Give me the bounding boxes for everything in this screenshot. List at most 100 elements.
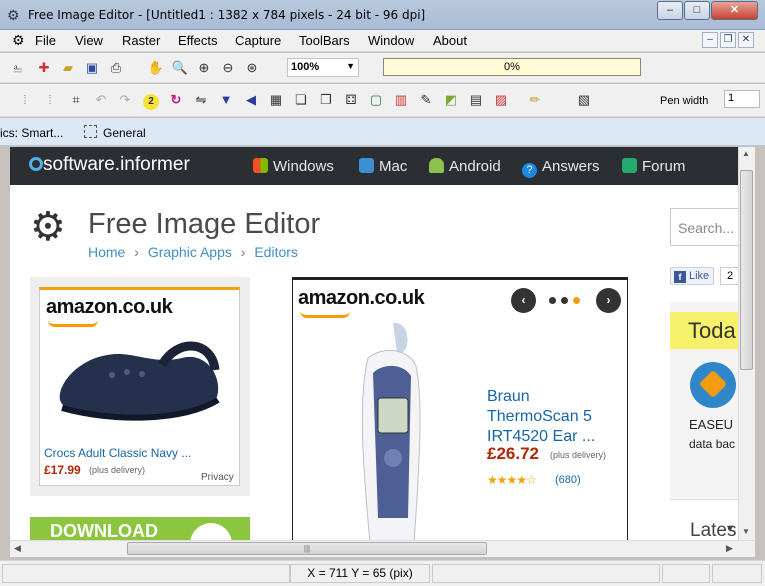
- breadcrumb-separator: ›: [240, 244, 246, 260]
- ad2-reviews-link[interactable]: (680): [555, 474, 581, 486]
- pencil-icon[interactable]: ✏: [525, 90, 545, 110]
- scroll-down-arrow-icon[interactable]: ▼: [742, 527, 750, 536]
- mosaic-icon[interactable]: ▦: [266, 90, 286, 110]
- easeus-logo-icon[interactable]: [690, 362, 736, 408]
- carousel-next-button[interactable]: ›: [596, 288, 621, 313]
- ad1-privacy-link[interactable]: Privacy: [201, 472, 234, 483]
- nav-mac[interactable]: Mac: [359, 158, 407, 175]
- center-ad[interactable]: amazon.co.uk ‹ › Braun ThermoScan 5 IRT4…: [292, 277, 628, 540]
- brightness-icon[interactable]: ◩: [441, 90, 461, 110]
- progress-bar: 0%: [383, 58, 641, 76]
- tab-general[interactable]: General: [103, 126, 146, 140]
- carousel-dot-active[interactable]: [573, 297, 580, 304]
- mdi-restore-button[interactable]: ❐: [720, 32, 736, 48]
- title-bar: ⚙ Free Image Editor - [Untitled1 : 1382 …: [0, 0, 765, 30]
- grid-icon[interactable]: ▤: [466, 90, 486, 110]
- nav-forum[interactable]: Forum: [622, 158, 685, 175]
- breadcrumb-editors[interactable]: Editors: [254, 244, 298, 260]
- site-logo-text: software.informer: [43, 154, 190, 175]
- scroll-right-arrow-icon[interactable]: ▶: [726, 543, 733, 554]
- status-pane-message: [2, 564, 290, 583]
- chevron-down-icon[interactable]: ▾: [727, 521, 733, 535]
- minimize-button[interactable]: –: [657, 1, 683, 20]
- nav-android-label: Android: [449, 158, 501, 175]
- download-label: DOWNLOAD: [50, 521, 158, 540]
- breadcrumb: Home › Graphic Apps › Editors: [88, 244, 298, 260]
- breadcrumb-home[interactable]: Home: [88, 244, 125, 260]
- menu-window[interactable]: Window: [368, 33, 414, 48]
- menu-file[interactable]: File: [35, 33, 56, 48]
- horizontal-scroll-thumb[interactable]: |||: [127, 542, 487, 555]
- document-gear-icon[interactable]: ⚙: [12, 32, 25, 49]
- facebook-like-button[interactable]: f Like: [670, 267, 714, 285]
- ad2-product-link[interactable]: Braun ThermoScan 5 IRT4520 Ear ...: [487, 387, 612, 447]
- mdi-close-button[interactable]: ✕: [738, 32, 754, 48]
- tab-smart[interactable]: ics: Smart...: [0, 126, 63, 140]
- layers-icon[interactable]: ❏: [291, 90, 311, 110]
- site-logo[interactable]: software.informer: [29, 154, 190, 176]
- histogram-icon[interactable]: ▨: [491, 90, 511, 110]
- scroll-left-arrow-icon[interactable]: ◀: [14, 543, 21, 554]
- crocs-shoe-image: [59, 341, 220, 421]
- nav-windows-label: Windows: [273, 158, 334, 175]
- badge-2-icon[interactable]: 2: [141, 90, 161, 110]
- close-button[interactable]: ✕: [711, 1, 758, 20]
- vertical-scroll-thumb[interactable]: [740, 170, 753, 370]
- save-icon[interactable]: ▣: [82, 58, 102, 78]
- maximize-button[interactable]: □: [684, 1, 710, 20]
- frame-icon[interactable]: ▢: [366, 90, 386, 110]
- brush-icon[interactable]: ✎: [416, 90, 436, 110]
- nav-answers-label: Answers: [542, 158, 600, 175]
- undo-icon[interactable]: ↶: [91, 90, 111, 110]
- layers-copy-icon[interactable]: ❐: [316, 90, 336, 110]
- pen-width-input[interactable]: 1: [724, 90, 760, 108]
- carousel-dot[interactable]: [549, 297, 556, 304]
- today-banner: Toda: [670, 312, 738, 349]
- carousel-prev-button[interactable]: ‹: [511, 288, 536, 313]
- flip-icon[interactable]: ⇋: [191, 90, 211, 110]
- page-title: Free Image Editor: [88, 208, 321, 240]
- hatch-pattern-icon[interactable]: ▧: [574, 90, 594, 110]
- zoom-fit-icon[interactable]: ⊛: [242, 58, 262, 78]
- like-count: 2: [720, 267, 738, 285]
- mdi-minimize-button[interactable]: –: [702, 32, 718, 48]
- zoom-select[interactable]: 100% ▼: [287, 58, 359, 77]
- dice-icon[interactable]: ⚃: [341, 90, 361, 110]
- app-gear-icon[interactable]: ⚙: [7, 7, 20, 24]
- rotate-icon[interactable]: ↻: [166, 90, 186, 110]
- menu-capture[interactable]: Capture: [235, 33, 281, 48]
- download-button[interactable]: DOWNLOAD: [30, 517, 250, 540]
- breadcrumb-graphic-apps[interactable]: Graphic Apps: [148, 244, 232, 260]
- menu-view[interactable]: View: [75, 33, 103, 48]
- flip-vertical-icon[interactable]: ▼: [216, 90, 236, 110]
- search-input[interactable]: Search...: [670, 208, 738, 246]
- scroll-up-arrow-icon[interactable]: ▲: [742, 149, 750, 158]
- image-canvas[interactable]: software.informer Windows Mac Android ? A…: [10, 147, 738, 540]
- scan-icon[interactable]: ⎁: [8, 58, 28, 78]
- crop-icon[interactable]: ⌗: [66, 90, 86, 110]
- flip-horizontal-icon[interactable]: ◀: [241, 90, 261, 110]
- ad1-product-link[interactable]: Crocs Adult Classic Navy ...: [44, 446, 191, 460]
- app-logo-gear-icon: ⚙: [30, 205, 66, 249]
- status-pane-size-grip: [712, 564, 762, 583]
- nav-windows[interactable]: Windows: [253, 158, 334, 175]
- new-icon[interactable]: ✚: [34, 58, 54, 78]
- menu-about[interactable]: About: [433, 33, 467, 48]
- redo-icon[interactable]: ↷: [115, 90, 135, 110]
- carousel-dot[interactable]: [561, 297, 568, 304]
- menu-toolbars[interactable]: ToolBars: [299, 33, 350, 48]
- hand-pan-icon[interactable]: ✋: [146, 58, 166, 78]
- amazon-smile-icon: [48, 320, 98, 327]
- left-ad[interactable]: amazon.co.uk Crocs Adult Classic Navy ..…: [39, 287, 240, 486]
- color-bars-icon[interactable]: ▥: [391, 90, 411, 110]
- menu-effects[interactable]: Effects: [178, 33, 218, 48]
- nav-answers[interactable]: ? Answers: [522, 158, 600, 178]
- zoom-in-icon[interactable]: ⊕: [194, 58, 214, 78]
- menu-raster[interactable]: Raster: [122, 33, 160, 48]
- print-icon[interactable]: ⎙: [106, 58, 126, 78]
- nav-android[interactable]: Android: [429, 158, 501, 175]
- zoom-out-icon[interactable]: ⊖: [218, 58, 238, 78]
- zoom-icon[interactable]: 🔍: [170, 58, 190, 78]
- open-folder-icon[interactable]: ▰: [58, 58, 78, 78]
- star-rating: ★★★★☆: [487, 473, 537, 487]
